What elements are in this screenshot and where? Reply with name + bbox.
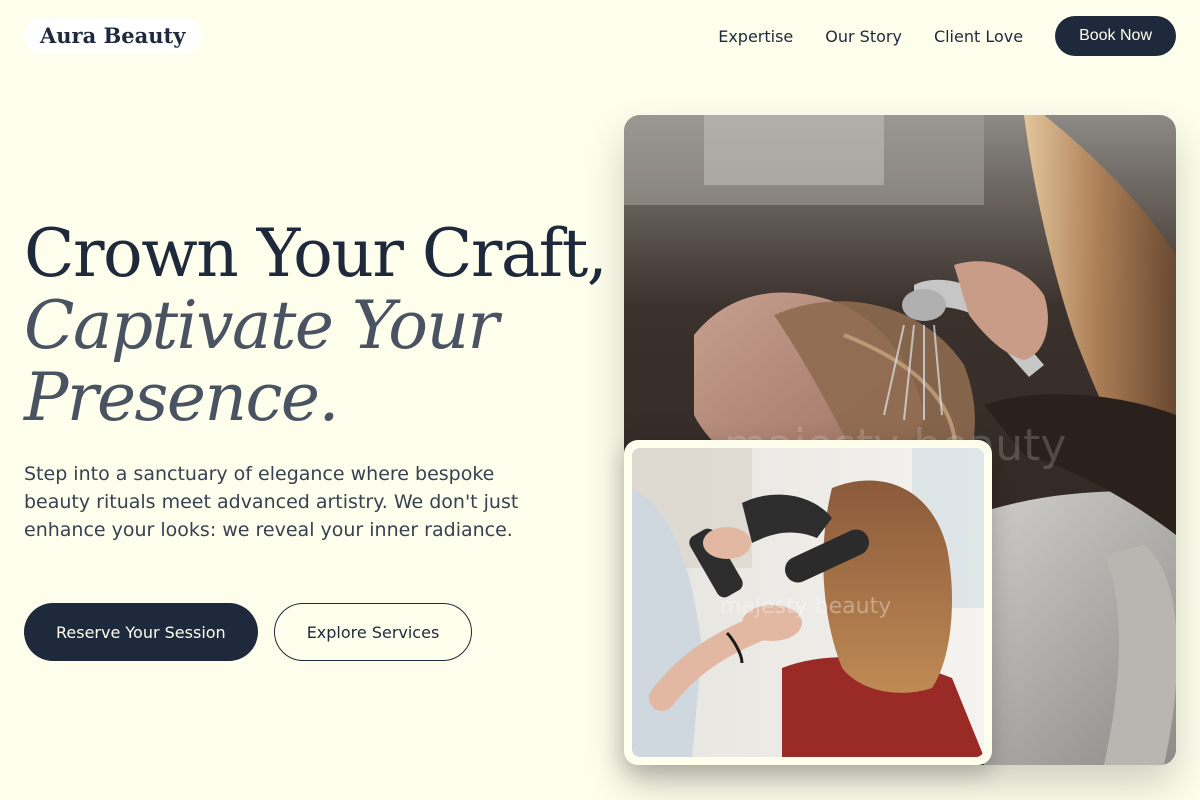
reserve-session-button[interactable]: Reserve Your Session [24,603,258,661]
inset-photo: majesty beauty [632,448,984,757]
nav-link-expertise[interactable]: Expertise [718,27,793,46]
explore-services-button[interactable]: Explore Services [273,603,473,661]
hero-headline: Crown Your Craft, Captivate Your Presenc… [24,215,608,436]
nav-link-our-story[interactable]: Our Story [825,27,902,46]
main-nav: Expertise Our Story Client Love Book Now [718,16,1176,56]
headline-line-1: Crown Your Craft, [24,215,608,292]
headline-line-2: Captivate Your Presence. [24,287,499,436]
inset-photo-frame: majesty beauty [624,440,992,765]
hero-description: Step into a sanctuary of elegance where … [24,463,519,541]
site-header: Aura Beauty Expertise Our Story Client L… [0,0,1200,72]
hero-cta-row: Reserve Your Session Explore Services [24,603,473,661]
blow-dry-image: majesty beauty [632,448,984,757]
brand-logo[interactable]: Aura Beauty [24,18,202,54]
book-now-button[interactable]: Book Now [1055,16,1176,56]
nav-link-client-love[interactable]: Client Love [934,27,1023,46]
